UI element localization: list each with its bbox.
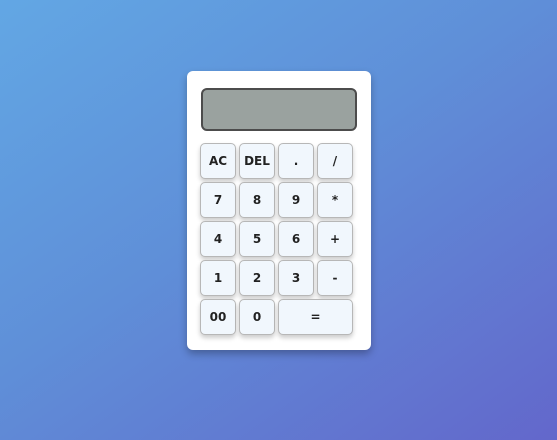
multiply-button[interactable]: * (317, 182, 353, 218)
add-button[interactable]: + (317, 221, 353, 257)
digit-3-button[interactable]: 3 (278, 260, 314, 296)
delete-button[interactable]: DEL (239, 143, 275, 179)
all-clear-button[interactable]: AC (200, 143, 236, 179)
equals-button[interactable]: = (278, 299, 353, 335)
subtract-button[interactable]: - (317, 260, 353, 296)
decimal-button[interactable]: . (278, 143, 314, 179)
divide-button[interactable]: / (317, 143, 353, 179)
double-zero-button[interactable]: 00 (200, 299, 236, 335)
digit-7-button[interactable]: 7 (200, 182, 236, 218)
digit-8-button[interactable]: 8 (239, 182, 275, 218)
digit-1-button[interactable]: 1 (200, 260, 236, 296)
calculator-display (201, 88, 357, 131)
digit-9-button[interactable]: 9 (278, 182, 314, 218)
keypad: AC DEL . / 7 8 9 * 4 5 6 + 1 2 3 - 00 0 … (200, 143, 357, 335)
digit-2-button[interactable]: 2 (239, 260, 275, 296)
digit-5-button[interactable]: 5 (239, 221, 275, 257)
digit-6-button[interactable]: 6 (278, 221, 314, 257)
digit-4-button[interactable]: 4 (200, 221, 236, 257)
calculator: AC DEL . / 7 8 9 * 4 5 6 + 1 2 3 - 00 0 … (187, 71, 371, 350)
digit-0-button[interactable]: 0 (239, 299, 275, 335)
